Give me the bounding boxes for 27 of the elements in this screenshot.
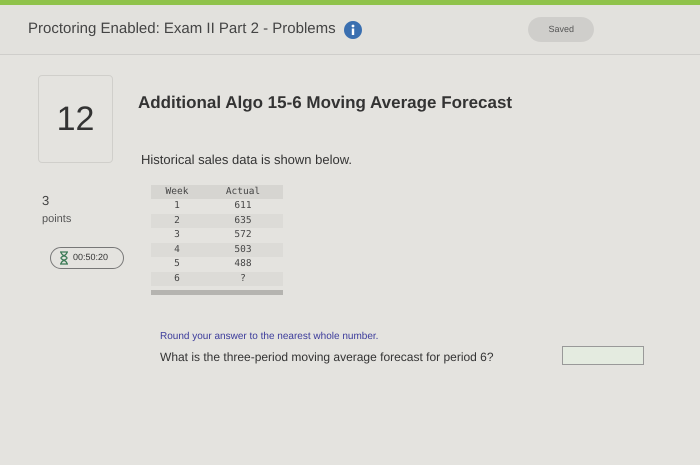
table-cell-text: 2 (173, 214, 181, 228)
table-cell-text: 4 (173, 242, 181, 257)
points-value: 3 (42, 192, 50, 210)
saved-status: Saved (528, 16, 594, 42)
table-cell-text: 488 (233, 257, 253, 272)
table-cell-text: 5 (173, 257, 181, 272)
timer-text: 00:50:20 (73, 251, 108, 264)
table-cell-text: ? (239, 272, 247, 286)
column-header: Actual (224, 185, 262, 199)
instruction-text: Round your answer to the nearest whole number. (160, 330, 380, 344)
hourglass-icon (59, 251, 69, 265)
table-cell-text: 503 (233, 242, 253, 257)
info-icon[interactable] (344, 20, 362, 38)
question-prompt: What is the three-period moving average forecast for period 6? (160, 349, 494, 366)
table-cell-text: 635 (233, 214, 253, 228)
points-label: points (42, 212, 72, 226)
intro-text: Historical sales data is shown below. (141, 150, 353, 168)
table-cell-text: 572 (233, 228, 253, 242)
exam-title: Proctoring Enabled: Exam II Part 2 - Problems (28, 19, 336, 40)
table-cell-text: 3 (173, 228, 181, 242)
question-title: Additional Algo 15-6 Moving Average Forecast (138, 92, 514, 114)
table-cell-text: 6 (173, 272, 181, 286)
answer-field[interactable] (562, 346, 644, 366)
column-header: Week (164, 185, 190, 199)
table-cell-text: 611 (233, 199, 253, 214)
question-number: 12 (56, 98, 94, 140)
table-cell-text: 1 (173, 199, 181, 214)
